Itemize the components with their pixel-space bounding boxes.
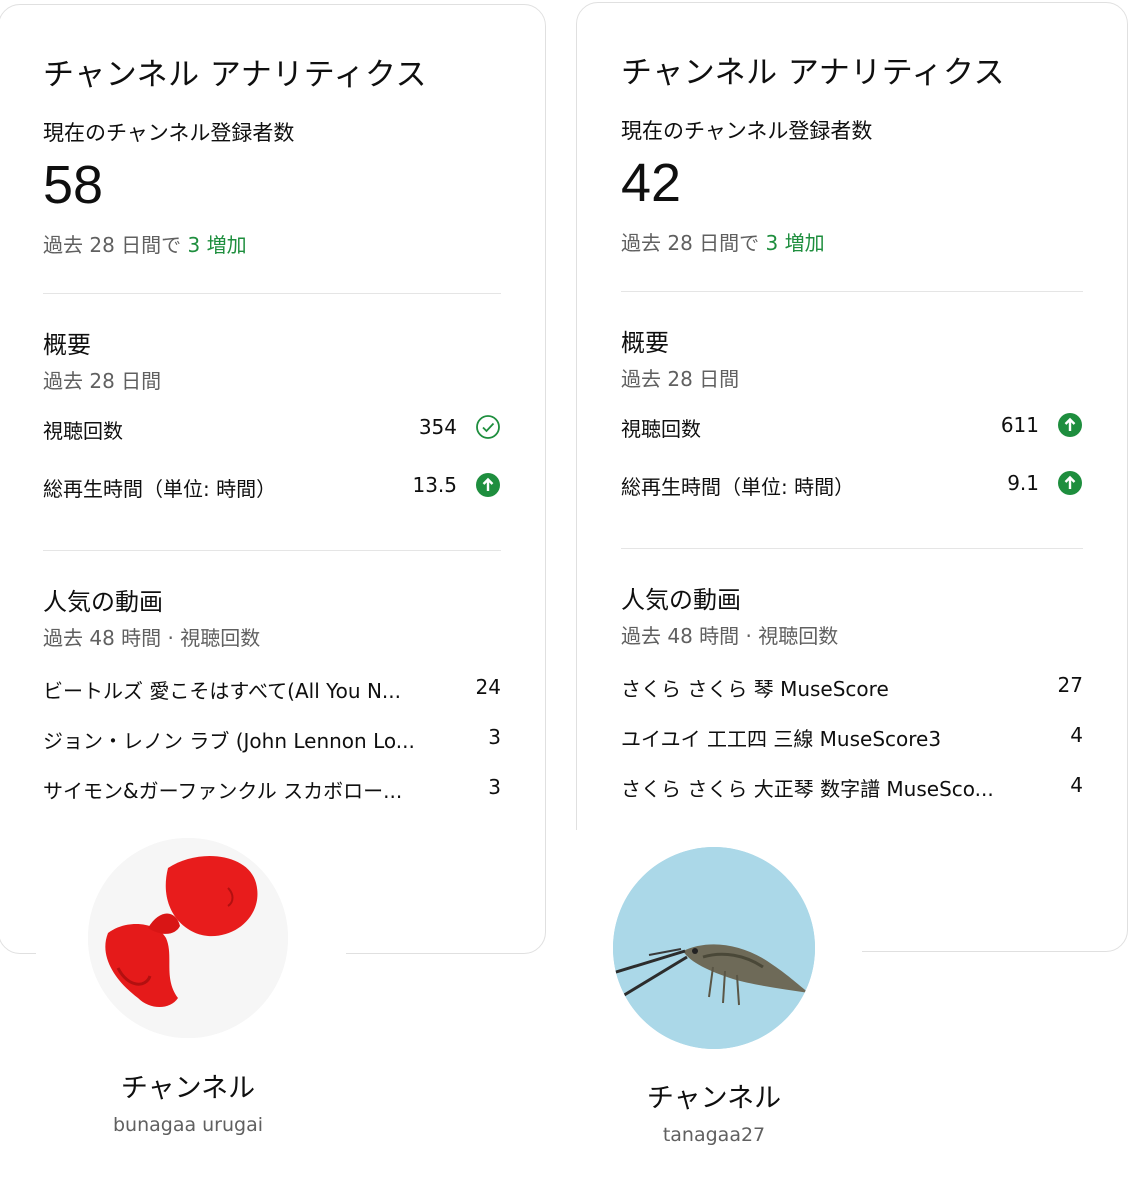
change-prefix: 過去 28 日間で [43, 233, 182, 257]
channel-avatar-left[interactable] [88, 838, 288, 1038]
popular-title: 人気の動画 [621, 586, 741, 614]
video-views: 3 [488, 725, 501, 749]
arrow-up-circle-icon [1058, 471, 1082, 495]
channel-handle-left[interactable]: bunagaa urugai [78, 1114, 298, 1136]
channel-avatar-right[interactable] [613, 847, 815, 1049]
summary-period: 過去 28 日間 [43, 369, 162, 393]
video-title: ジョン・レノン ラブ (John Lennon Lo... [43, 729, 415, 753]
metric-label: 視聴回数 [43, 419, 123, 443]
subscriber-change: 過去 28 日間で 3 増加 [621, 227, 825, 256]
metric-value: 9.1 [1007, 471, 1039, 495]
popular-period: 過去 48 時間 · 視聴回数 [621, 624, 839, 648]
channel-name-right[interactable]: チャンネル [613, 1076, 815, 1115]
metric-label: 視聴回数 [621, 417, 701, 441]
metric-value: 611 [1000, 413, 1039, 437]
change-prefix: 過去 28 日間で [621, 231, 760, 255]
video-row[interactable]: ユイユイ 工工四 三線 MuseScore3 4 [621, 721, 1083, 753]
subscribers-label: 現在のチャンネル登録者数 [621, 119, 873, 143]
subscriber-change: 過去 28 日間で 3 増加 [43, 229, 247, 258]
card-title: チャンネル アナリティクス [621, 55, 1006, 91]
video-views: 4 [1070, 723, 1083, 747]
video-row[interactable]: ジョン・レノン ラブ (John Lennon Lo... 3 [43, 723, 501, 755]
summary-title: 概要 [621, 329, 669, 357]
channel-name-left[interactable]: チャンネル [88, 1066, 288, 1105]
change-value: 3 増加 [765, 231, 825, 255]
summary-title: 概要 [43, 331, 91, 359]
metric-value: 13.5 [412, 473, 457, 497]
subscriber-count: 58 [43, 155, 104, 215]
video-views: 24 [475, 675, 501, 699]
arrow-up-circle-icon [476, 473, 500, 497]
shrimp-avatar-icon [613, 847, 815, 1049]
video-row[interactable]: サイモン&ガーファンクル スカボロー... 3 [43, 773, 501, 805]
video-title: ユイユイ 工工四 三線 MuseScore3 [621, 727, 942, 751]
metric-label: 総再生時間（単位: 時間） [621, 475, 855, 499]
card-title: チャンネル アナリティクス [43, 57, 428, 93]
metric-row-watch-time[interactable]: 総再生時間（単位: 時間） 13.5 [43, 469, 501, 503]
channel-handle-right[interactable]: tanagaa27 [603, 1124, 825, 1146]
analytics-card-left: チャンネル アナリティクス 現在のチャンネル登録者数 58 過去 28 日間で … [0, 4, 546, 954]
divider [43, 550, 501, 551]
metric-label: 総再生時間（単位: 時間） [43, 477, 277, 501]
video-views: 3 [488, 775, 501, 799]
video-title: サイモン&ガーファンクル スカボロー... [43, 779, 403, 803]
summary-period: 過去 28 日間 [621, 367, 740, 391]
video-views: 4 [1070, 773, 1083, 797]
subscribers-label: 現在のチャンネル登録者数 [43, 121, 295, 145]
metric-row-views[interactable]: 視聴回数 354 [43, 411, 501, 445]
popular-period: 過去 48 時間 · 視聴回数 [43, 626, 261, 650]
subscriber-count: 42 [621, 153, 682, 213]
video-title: ビートルズ 愛こそはすべて(All You N... [43, 679, 401, 703]
popular-title: 人気の動画 [43, 588, 163, 616]
video-title: さくら さくら 大正琴 数字譜 MuseSco... [621, 777, 994, 801]
change-value: 3 増加 [187, 233, 247, 257]
analytics-card-right: チャンネル アナリティクス 現在のチャンネル登録者数 42 過去 28 日間で … [576, 2, 1128, 952]
check-circle-icon [476, 415, 500, 439]
metric-value: 354 [418, 415, 457, 439]
video-views: 27 [1057, 673, 1083, 697]
video-title: さくら さくら 琴 MuseScore [621, 677, 889, 701]
metric-row-views[interactable]: 視聴回数 611 [621, 409, 1083, 443]
metric-row-watch-time[interactable]: 総再生時間（単位: 時間） 9.1 [621, 467, 1083, 501]
video-row[interactable]: さくら さくら 大正琴 数字譜 MuseSco... 4 [621, 771, 1083, 803]
video-row[interactable]: ビートルズ 愛こそはすべて(All You N... 24 [43, 673, 501, 705]
red-figure-avatar-icon [88, 838, 288, 1038]
arrow-up-circle-icon [1058, 413, 1082, 437]
divider [621, 291, 1083, 292]
divider [43, 293, 501, 294]
video-row[interactable]: さくら さくら 琴 MuseScore 27 [621, 671, 1083, 703]
divider [621, 548, 1083, 549]
